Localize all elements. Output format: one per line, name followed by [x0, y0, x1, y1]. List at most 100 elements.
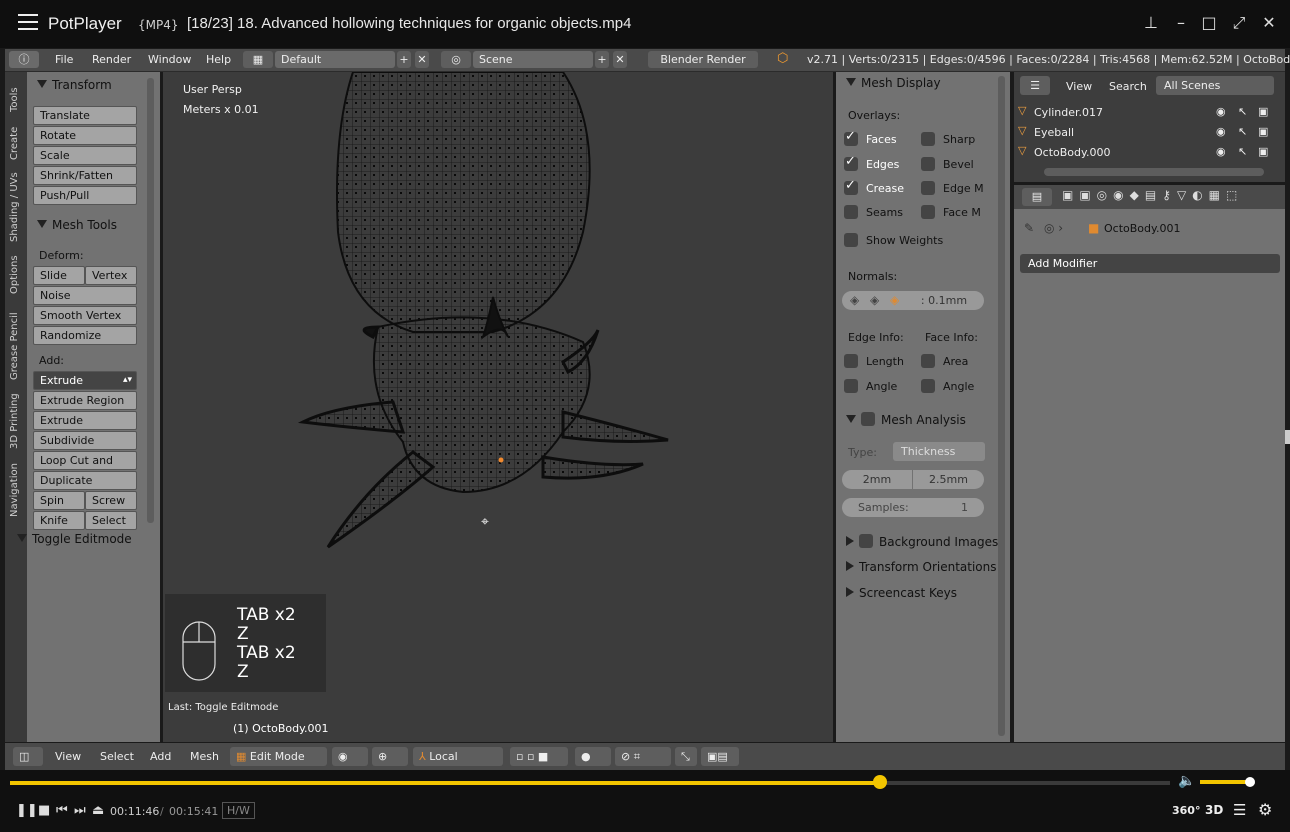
- eye-icon[interactable]: ◉: [1216, 105, 1226, 118]
- outliner-view-menu[interactable]: View: [1066, 80, 1092, 93]
- orientation-dropdown[interactable]: ⅄ Local: [413, 747, 503, 766]
- layout-field[interactable]: Default: [275, 51, 395, 68]
- cursor-select-icon[interactable]: ↖: [1238, 145, 1247, 158]
- n-panel-scrollbar[interactable]: [998, 76, 1005, 736]
- menu-window[interactable]: Window: [148, 53, 191, 66]
- shrink-fatten-button[interactable]: Shrink/Fatten: [33, 166, 137, 185]
- display-mode-dropdown[interactable]: All Scenes: [1156, 76, 1274, 95]
- edge-angle-checkbox[interactable]: [844, 379, 858, 393]
- face-angle-checkbox[interactable]: [921, 379, 935, 393]
- analysis-max-field[interactable]: 2.5mm: [913, 470, 984, 489]
- outliner-search-menu[interactable]: Search: [1109, 80, 1147, 93]
- view3d-editor-icon[interactable]: ◫: [13, 747, 43, 766]
- hamburger-menu-icon[interactable]: [18, 14, 38, 32]
- info-editor-icon[interactable]: ⓘ: [9, 51, 39, 68]
- sharp-checkbox[interactable]: [921, 132, 935, 146]
- face-normals-icon[interactable]: ◈: [890, 293, 899, 307]
- close-icon[interactable]: ✕: [1258, 12, 1280, 34]
- playlist-icon[interactable]: ☰: [1233, 801, 1246, 819]
- smooth-vertex-button[interactable]: Smooth Vertex: [33, 306, 137, 325]
- normal-size-field[interactable]: : 0.1mm: [904, 291, 984, 310]
- maximize-icon[interactable]: □: [1198, 12, 1220, 34]
- menu-file[interactable]: File: [55, 53, 73, 66]
- 360-button[interactable]: 360°: [1172, 804, 1200, 817]
- pin-icon[interactable]: ⊥: [1140, 12, 1162, 34]
- transform-orientations-section[interactable]: Transform Orientations: [846, 560, 997, 574]
- loop-cut-button[interactable]: Loop Cut and Slide: [33, 451, 137, 484]
- toggle-editmode-section[interactable]: Toggle Editmode: [17, 532, 132, 546]
- camera-render-icon[interactable]: ▣: [1258, 145, 1268, 158]
- add-modifier-dropdown[interactable]: Add Modifier: [1020, 254, 1280, 273]
- length-checkbox[interactable]: [844, 354, 858, 368]
- menu-mesh[interactable]: Mesh: [190, 750, 219, 763]
- volume-icon[interactable]: 🔈: [1178, 773, 1195, 789]
- menu-view[interactable]: View: [55, 750, 81, 763]
- duplicate-button[interactable]: Duplicate: [33, 471, 137, 490]
- slide-edge-button[interactable]: Slide Ed: [33, 266, 85, 299]
- mesh-analysis-checkbox[interactable]: [861, 412, 875, 426]
- background-images-section[interactable]: Background Images: [846, 534, 998, 549]
- outliner-h-scrollbar[interactable]: [1044, 168, 1264, 176]
- menu-add[interactable]: Add: [150, 750, 171, 763]
- pin-icon[interactable]: ✎: [1024, 221, 1034, 235]
- eject-icon[interactable]: ⏏: [92, 803, 104, 818]
- bevel-checkbox[interactable]: [921, 157, 935, 171]
- eye-icon[interactable]: ◉: [1216, 125, 1226, 138]
- tool-panel-scrollbar[interactable]: [147, 78, 154, 523]
- select-mode-group[interactable]: ▫ ▫ ■: [510, 747, 568, 766]
- normals-toggle-group[interactable]: ◈ ◈ ◈: [842, 291, 904, 310]
- samples-field[interactable]: Samples: 1: [842, 498, 984, 517]
- settings-gear-icon[interactable]: ⚙: [1258, 800, 1272, 819]
- add-scene-icon[interactable]: +: [595, 51, 609, 68]
- camera-render-icon[interactable]: ▣: [1258, 125, 1268, 138]
- volume-knob[interactable]: [1244, 777, 1255, 787]
- extrude-region-button[interactable]: Extrude Region: [33, 391, 137, 410]
- background-images-checkbox[interactable]: [859, 534, 873, 548]
- cursor-select-icon[interactable]: ↖: [1238, 105, 1247, 118]
- screencast-keys-section[interactable]: Screencast Keys: [846, 586, 957, 600]
- side-panel-handle[interactable]: [1285, 430, 1290, 444]
- scene-icon[interactable]: ◎: [441, 51, 471, 68]
- pause-icon[interactable]: ❚❚: [16, 803, 38, 818]
- spin-button[interactable]: Spin: [33, 491, 85, 510]
- select-button[interactable]: Select: [85, 511, 137, 530]
- outliner-row[interactable]: ▽ Cylinder.017 ◉ ↖ ▣: [1018, 104, 1283, 124]
- knife-button[interactable]: Knife: [33, 511, 85, 530]
- crease-checkbox[interactable]: [844, 178, 858, 195]
- layer-icon[interactable]: ⤡: [675, 747, 697, 766]
- mesh-tools-section[interactable]: Mesh Tools: [37, 218, 117, 232]
- transform-section[interactable]: Transform: [37, 78, 112, 92]
- menu-help[interactable]: Help: [206, 53, 231, 66]
- menu-render[interactable]: Render: [92, 53, 131, 66]
- eye-icon[interactable]: ◉: [1216, 145, 1226, 158]
- vertex-button[interactable]: Vertex: [85, 266, 137, 285]
- mode-dropdown[interactable]: ▦ Edit Mode: [230, 747, 327, 766]
- next-icon[interactable]: ⏭: [74, 803, 86, 818]
- scale-button[interactable]: Scale: [33, 146, 137, 165]
- noise-button[interactable]: Noise: [33, 286, 137, 305]
- mesh-analysis-section[interactable]: Mesh Analysis: [846, 412, 966, 427]
- stop-icon[interactable]: ■: [38, 803, 50, 818]
- edges-checkbox[interactable]: [844, 154, 858, 171]
- analysis-type-dropdown[interactable]: Thickness: [893, 442, 985, 461]
- context-tabs-icon[interactable]: ▣▣◎◉◆▤⚷▽◐▦⬚: [1062, 188, 1243, 202]
- 3d-cursor-icon[interactable]: ⌖: [481, 514, 489, 530]
- push-pull-button[interactable]: Push/Pull: [33, 186, 137, 205]
- fullscreen-icon[interactable]: ⤢: [1228, 12, 1250, 34]
- seek-bar[interactable]: [10, 781, 1170, 785]
- camera-render-icon[interactable]: ▣: [1258, 105, 1268, 118]
- 3d-button[interactable]: 3D: [1205, 803, 1223, 817]
- translate-button[interactable]: Translate: [33, 106, 137, 125]
- proportional-edit-dropdown[interactable]: ●: [575, 747, 611, 766]
- layout-icon[interactable]: ▦: [243, 51, 273, 68]
- randomize-button[interactable]: Randomize: [33, 326, 137, 345]
- extrude-individual-button[interactable]: Extrude Individual: [33, 411, 137, 444]
- properties-editor-icon[interactable]: ▤: [1022, 188, 1052, 206]
- remove-scene-icon[interactable]: ✕: [613, 51, 627, 68]
- edge-marks-checkbox[interactable]: [921, 181, 935, 195]
- seams-checkbox[interactable]: [844, 205, 858, 219]
- hw-accel-badge[interactable]: H/W: [222, 802, 255, 819]
- viewport-shading-dropdown[interactable]: ◉: [332, 747, 368, 766]
- show-weights-checkbox[interactable]: [844, 233, 858, 247]
- faces-checkbox[interactable]: [844, 129, 858, 146]
